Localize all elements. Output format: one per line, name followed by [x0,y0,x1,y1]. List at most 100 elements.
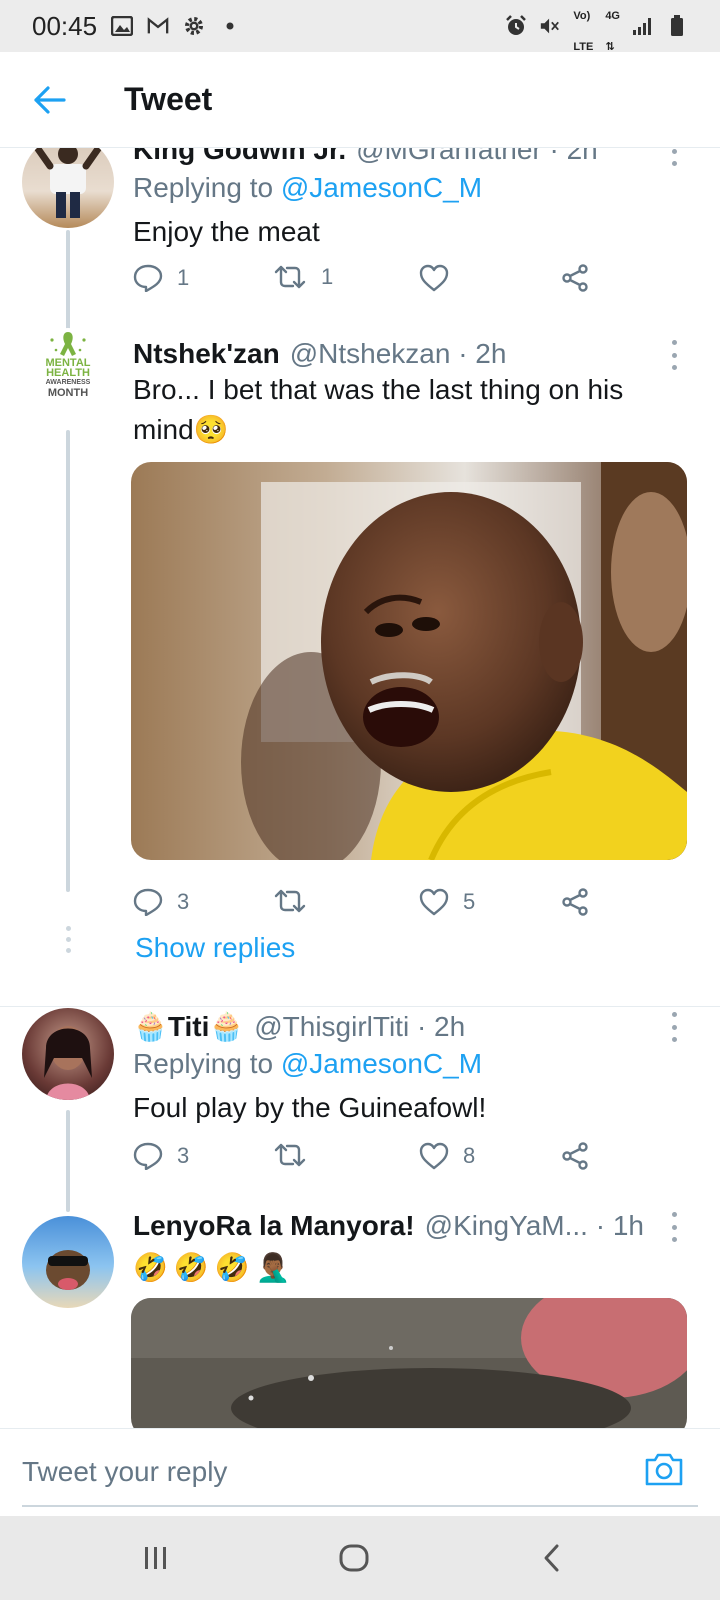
heart-icon [419,888,449,916]
tweet-image[interactable] [131,462,687,860]
thread-line [66,230,70,334]
replying-to: Replying to @JamesonC_M [133,172,483,203]
tweet-text: Bro... I bet that was the last thing on … [133,370,693,450]
tweet-text-line2: mind [133,414,194,445]
thread-line [66,1110,70,1212]
tweet-header: Ntshek'zan @Ntshekzan · 2h [133,338,506,370]
camera-icon [645,1453,683,1486]
handle: @MGranfather · 2h [356,148,598,165]
tweet-actions: 3 5 [133,888,603,928]
reply-button[interactable]: 3 [133,888,189,916]
avatar[interactable] [22,1008,114,1100]
display-name[interactable]: LenyoRa la Manyora! [133,1210,415,1242]
back-chevron-icon [544,1544,559,1572]
handle: @Ntshekzan · 2h [289,338,507,369]
tweet-text: Enjoy the meat [133,216,320,247]
like-button[interactable]: 5 [419,888,475,916]
replying-to: Replying to @JamesonC_M [133,1048,483,1079]
back-button[interactable] [20,70,80,130]
avatar-text-4: MONTH [47,387,89,399]
cupcake-emoji: 🧁 [133,1011,168,1042]
input-underline [22,1505,698,1507]
heart-icon [419,1142,449,1170]
share-icon [562,264,588,292]
retweet-button[interactable]: 1 [273,264,333,290]
reply-count: 1 [177,265,190,290]
reply-icon [133,264,163,292]
more-options-icon[interactable] [664,148,684,166]
status-bar: 00:45 Vo) LTE 4G ⇅ [0,0,720,53]
tweet-text: Foul play by the Guineafowl! [133,1092,487,1123]
notification-dot-icon [219,15,241,37]
mention-link[interactable]: @JamesonC_M [281,1048,482,1079]
reply-count: 3 [177,889,190,914]
tweet-reply-input[interactable] [22,1429,622,1515]
share-button[interactable] [561,1142,589,1170]
like-button[interactable] [419,264,463,292]
avatar[interactable] [22,148,114,228]
share-button[interactable] [561,888,589,916]
battery-icon [666,15,688,37]
alarm-icon [505,15,527,37]
system-nav-bar [0,1516,720,1600]
avatar[interactable] [22,1216,114,1308]
mention-link[interactable]: @JamesonC_M [281,172,482,203]
page-title: Tweet [124,81,213,117]
divider [0,1006,720,1007]
pleading-face-emoji: 🥺 [193,414,229,445]
tweet-header: LenyoRa la Manyora! @KingYaM... · 1h [133,1210,644,1242]
tweet-lenyora[interactable]: LenyoRa la Manyora! @KingYaM... · 1h 🤣🤣🤣… [0,1210,720,1428]
retweet-icon [274,889,306,913]
recent-apps-icon [145,1547,166,1569]
display-name[interactable]: King Godwin Jr. [133,148,346,166]
handle: @ThisgirlTiti · 2h [254,1011,466,1042]
avatar[interactable]: MENTAL HEALTH AWARENESS MONTH [22,328,114,420]
retweet-button[interactable] [273,1142,321,1168]
thread-line [66,430,70,892]
more-options-icon[interactable] [664,1212,684,1242]
more-options-icon[interactable] [664,340,684,370]
cupcake-emoji: 🧁 [209,1011,245,1042]
home-icon [339,1544,369,1572]
signal-icon [632,15,654,37]
tweet-header: 🧁 Titi 🧁 @ThisgirlTiti · 2h [133,1010,465,1043]
retweet-icon [274,1143,306,1167]
tweet-actions: 1 1 [133,264,603,304]
share-button[interactable] [561,264,589,292]
back-nav-button[interactable] [532,1542,572,1574]
gallery-icon [111,15,134,37]
settings-icon [183,15,205,37]
like-button[interactable]: 8 [419,1142,475,1170]
show-replies-link[interactable]: Show replies [135,932,295,964]
reply-icon [133,1142,163,1170]
arrow-left-icon [34,85,66,114]
like-count: 5 [463,889,476,914]
volte-icon: Vo) LTE [573,10,594,53]
display-name[interactable]: Titi [168,1011,209,1043]
camera-button[interactable] [644,1451,684,1491]
photo-of-man-in-yellow-shirt [131,462,687,860]
like-count: 8 [463,1143,476,1168]
tweet-text-line1: Bro... I bet that was the last thing on … [133,374,624,405]
reply-button[interactable]: 1 [133,264,189,292]
recent-apps-button[interactable] [136,1542,176,1574]
tweet-titi[interactable]: 🧁 Titi 🧁 @ThisgirlTiti · 2h Replying to … [0,1008,720,1212]
tweet-ntshekzan[interactable]: MENTAL HEALTH AWARENESS MONTH Ntshek'zan… [0,328,720,988]
top-header: Tweet [0,52,720,148]
gmail-icon [147,15,169,37]
tweet-text: 🤣🤣🤣🤦🏾‍♂️ [133,1252,297,1283]
tweet-header: King Godwin Jr. @MGranfather · 2h [133,148,598,166]
retweet-button[interactable] [273,888,321,914]
home-button[interactable] [334,1542,374,1574]
tweet-feed[interactable]: King Godwin Jr. @MGranfather · 2h Replyi… [0,148,720,1428]
share-icon [562,888,588,916]
reply-button[interactable]: 3 [133,1142,189,1170]
share-icon [562,1142,588,1170]
retweet-count: 1 [321,264,334,289]
tweet-video[interactable] [131,1298,687,1428]
retweet-icon [274,265,306,289]
display-name[interactable]: Ntshek'zan [133,338,280,370]
reply-count: 3 [177,1143,190,1168]
more-options-icon[interactable] [664,1012,684,1042]
heart-icon [419,264,449,292]
